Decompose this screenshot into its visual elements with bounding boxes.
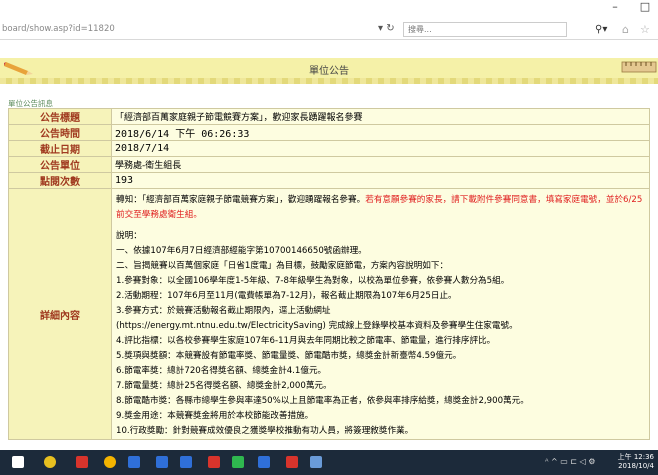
taskbar-app-icon[interactable] xyxy=(44,456,56,468)
browser-chrome: – □ board/show.asp?id=11820 ▾ ↻ 搜尋... ⚲▾… xyxy=(0,0,658,42)
search-placeholder: 搜尋... xyxy=(408,25,432,34)
detail-line: 說明： xyxy=(116,231,142,241)
system-tray-icons[interactable]: ᴬ ^ ▭ ⊏ ◁ ⚙ xyxy=(545,457,595,466)
label-time: 公告時間 xyxy=(8,124,112,141)
clock-date: 2018/10/4 xyxy=(618,462,654,470)
value-title: 「經濟部百萬家庭親子節電競賽方案」，歡迎家長踴躍報名參賽 xyxy=(111,108,650,125)
detail-intro: 轉知：「經濟部百萬家庭親子節電競賽方案」，歡迎踴躍報名參賽。若有意願參賽的家長，… xyxy=(116,193,645,223)
detail-line: 一、依據107年6月7日經濟部經能字第10700146650號函辦理。 xyxy=(116,246,367,256)
page-title: 單位公告 xyxy=(309,66,349,77)
refresh-icon[interactable]: ▾ ↻ xyxy=(378,23,395,34)
search-input[interactable]: 搜尋... xyxy=(403,22,567,37)
detail-line: 5.獎項與獎額：本競賽設有節電率獎、節電量獎、節電酷市獎，總獎金計新臺幣4.59… xyxy=(116,351,462,361)
window-controls: – □ xyxy=(608,0,652,13)
url-field[interactable]: board/show.asp?id=11820 xyxy=(2,24,115,34)
detail-line: 2.活動期程：107年6月至11月(電費帳單為7-12月)，報名截止期限為107… xyxy=(116,291,457,301)
detail-line: 6.節電率獎：總計720名得獎名額、總獎金計4.1億元。 xyxy=(116,366,327,376)
detail-content: 轉知：「經濟部百萬家庭親子節電競賽方案」，歡迎踴躍報名參賽。若有意願參賽的家長，… xyxy=(111,188,650,440)
taskbar-app-icon[interactable] xyxy=(156,456,168,468)
minimize-button[interactable]: – xyxy=(608,0,622,13)
detail-link-line[interactable]: (https://energy.mt.ntnu.edu.tw/Electrici… xyxy=(116,319,645,334)
label-detail: 詳細內容 xyxy=(8,188,112,440)
detail-intro-text: 轉知：「經濟部百萬家庭親子節電競賽方案」，歡迎踴躍報名參賽。 xyxy=(116,195,366,205)
value-views: 193 xyxy=(111,172,650,189)
label-title: 公告標題 xyxy=(8,108,112,125)
favorites-star-icon[interactable]: ☆ xyxy=(640,23,650,36)
ruler-icon xyxy=(621,61,657,73)
clock[interactable]: 上午 12:36 2018/10/4 xyxy=(618,453,654,471)
taskbar-app-icon[interactable] xyxy=(104,456,116,468)
row-time: 公告時間 2018/6/14 下午 06:26:33 xyxy=(8,124,650,141)
detail-line: 7.節電量獎：總計25名得獎名額、總獎金計2,000萬元。 xyxy=(116,381,332,391)
taskbar-app-icon[interactable] xyxy=(128,456,140,468)
address-bar: board/show.asp?id=11820 ▾ ↻ 搜尋... ⚲▾ ⌂ ☆ xyxy=(0,21,658,40)
value-deadline: 2018/7/14 xyxy=(111,140,650,157)
search-icon[interactable]: ⚲▾ xyxy=(595,24,607,35)
row-detail: 詳細內容 轉知：「經濟部百萬家庭親子節電競賽方案」，歡迎踴躍報名參賽。若有意願參… xyxy=(8,188,650,440)
detail-line: 10.行政獎勵：針對競賽成效優良之獲獎學校推動有功人員，將簽理敘獎作業。 xyxy=(116,426,414,436)
banner-strip xyxy=(0,78,658,84)
taskbar-app-icon[interactable] xyxy=(180,456,192,468)
label-deadline: 截止日期 xyxy=(8,140,112,157)
home-icon[interactable]: ⌂ xyxy=(622,23,629,36)
label-views: 點閱次數 xyxy=(8,172,112,189)
value-time: 2018/6/14 下午 06:26:33 xyxy=(111,124,650,141)
detail-line: 8.節電酷市獎：各縣市總學生參與率達50%以上且節電率為正者，依參與率排序給獎，… xyxy=(116,396,529,406)
announcement-table: 公告標題 「經濟部百萬家庭親子節電競賽方案」，歡迎家長踴躍報名參賽 公告時間 2… xyxy=(8,108,650,440)
maximize-button[interactable]: □ xyxy=(638,0,652,13)
windows-taskbar: ᴬ ^ ▭ ⊏ ◁ ⚙ 上午 12:36 2018/10/4 xyxy=(0,450,658,475)
detail-line: 1.參賽對象：以全國106學年度1-5年級、7-8年級學生為對象，以校為單位參賽… xyxy=(116,276,510,286)
row-unit: 公告單位 學務處-衛生組長 xyxy=(8,156,650,173)
taskbar-app-icon[interactable] xyxy=(76,456,88,468)
taskbar-app-icon[interactable] xyxy=(208,456,220,468)
start-button-icon[interactable] xyxy=(12,456,24,468)
page-banner: 單位公告 xyxy=(0,58,658,78)
taskbar-app-icon[interactable] xyxy=(310,456,322,468)
detail-line: 3.參賽方式：於競賽活動報名截止期限內，逕上活動網址 xyxy=(116,306,331,316)
value-unit: 學務處-衛生組長 xyxy=(111,156,650,173)
label-unit: 公告單位 xyxy=(8,156,112,173)
detail-line: 9.獎金用途：本競賽獎金將用於本校節能改善措施。 xyxy=(116,411,314,421)
detail-line: 4.評比指標：以各校參賽學生家庭107年6-11月與去年同期比較之節電率、節電量… xyxy=(116,336,496,346)
row-views: 點閱次數 193 xyxy=(8,172,650,189)
taskbar-app-icon[interactable] xyxy=(286,456,298,468)
taskbar-app-icon[interactable] xyxy=(232,456,244,468)
taskbar-app-icon[interactable] xyxy=(258,456,270,468)
row-deadline: 截止日期 2018/7/14 xyxy=(8,140,650,157)
detail-line: 二、旨揭競賽以百萬個家庭「日省1度電」為目標，鼓勵家庭節電，方案內容說明如下： xyxy=(116,261,449,271)
row-title: 公告標題 「經濟部百萬家庭親子節電競賽方案」，歡迎家長踴躍報名參賽 xyxy=(8,108,650,125)
clock-time: 上午 12:36 xyxy=(617,453,654,461)
